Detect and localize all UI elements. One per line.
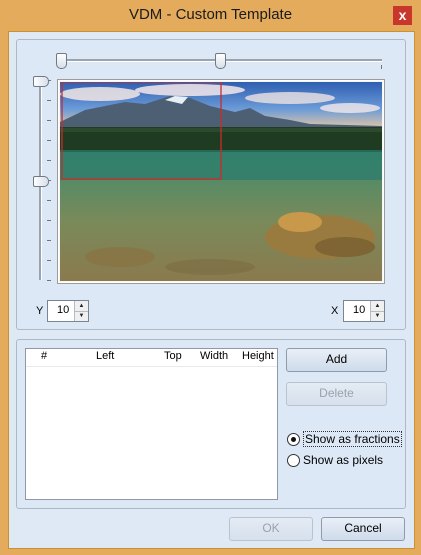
- horizontal-slider-thumb-end[interactable]: [215, 53, 226, 69]
- vertical-slider-thumb-end[interactable]: [33, 176, 49, 187]
- close-button[interactable]: x: [393, 6, 412, 25]
- cancel-button[interactable]: Cancel: [321, 517, 405, 541]
- header-divider: [26, 366, 277, 367]
- y-spin-down-icon[interactable]: ▼: [75, 311, 88, 321]
- vertical-slider-tick: [47, 260, 51, 261]
- regions-list[interactable]: # Left Top Width Height: [25, 348, 278, 500]
- title-bar: VDM - Custom Template x: [0, 0, 421, 31]
- vertical-slider-tick: [47, 220, 51, 221]
- column-header-width[interactable]: Width: [200, 350, 228, 362]
- column-header-top[interactable]: Top: [164, 350, 182, 362]
- radio-pixels-indicator[interactable]: [287, 454, 300, 467]
- x-value[interactable]: 10: [353, 304, 365, 316]
- y-spinner[interactable]: 10 ▲ ▼: [47, 300, 89, 322]
- ok-button[interactable]: OK: [229, 517, 313, 541]
- delete-button[interactable]: Delete: [286, 382, 387, 406]
- radio-fractions-indicator[interactable]: [287, 433, 300, 446]
- radio-show-fractions[interactable]: Show as fractions: [287, 431, 402, 448]
- vertical-slider-tick: [47, 200, 51, 201]
- column-header-left[interactable]: Left: [96, 350, 114, 362]
- horizontal-slider-thumb-start[interactable]: [56, 53, 67, 69]
- column-header-height[interactable]: Height: [242, 350, 274, 362]
- vertical-slider-thumb-start[interactable]: [33, 76, 49, 87]
- vertical-slider-tick: [47, 240, 51, 241]
- vertical-slider-tick: [47, 100, 51, 101]
- x-spin-down-icon[interactable]: ▼: [371, 311, 384, 321]
- window-title: VDM - Custom Template: [128, 6, 293, 23]
- horizontal-slider-tick: [381, 65, 382, 69]
- x-label: X: [331, 305, 339, 317]
- vertical-slider-tick: [47, 160, 51, 161]
- x-spinner-buttons: ▲ ▼: [370, 301, 384, 321]
- preview-image-frame: [57, 79, 385, 284]
- radio-fractions-label[interactable]: Show as fractions: [303, 431, 402, 447]
- vertical-slider-tick: [47, 120, 51, 121]
- radio-pixels-label[interactable]: Show as pixels: [303, 453, 383, 467]
- column-header-number[interactable]: #: [41, 350, 47, 362]
- radio-show-pixels[interactable]: Show as pixels: [287, 453, 397, 469]
- close-icon: x: [398, 7, 407, 23]
- landscape-photo-icon: [60, 82, 382, 281]
- y-label: Y: [36, 305, 44, 317]
- vertical-slider-tick: [47, 140, 51, 141]
- vertical-slider-tick: [47, 280, 51, 281]
- add-button[interactable]: Add: [286, 348, 387, 372]
- y-value[interactable]: 10: [57, 304, 69, 316]
- y-spinner-buttons: ▲ ▼: [74, 301, 88, 321]
- x-spinner[interactable]: 10 ▲ ▼: [343, 300, 385, 322]
